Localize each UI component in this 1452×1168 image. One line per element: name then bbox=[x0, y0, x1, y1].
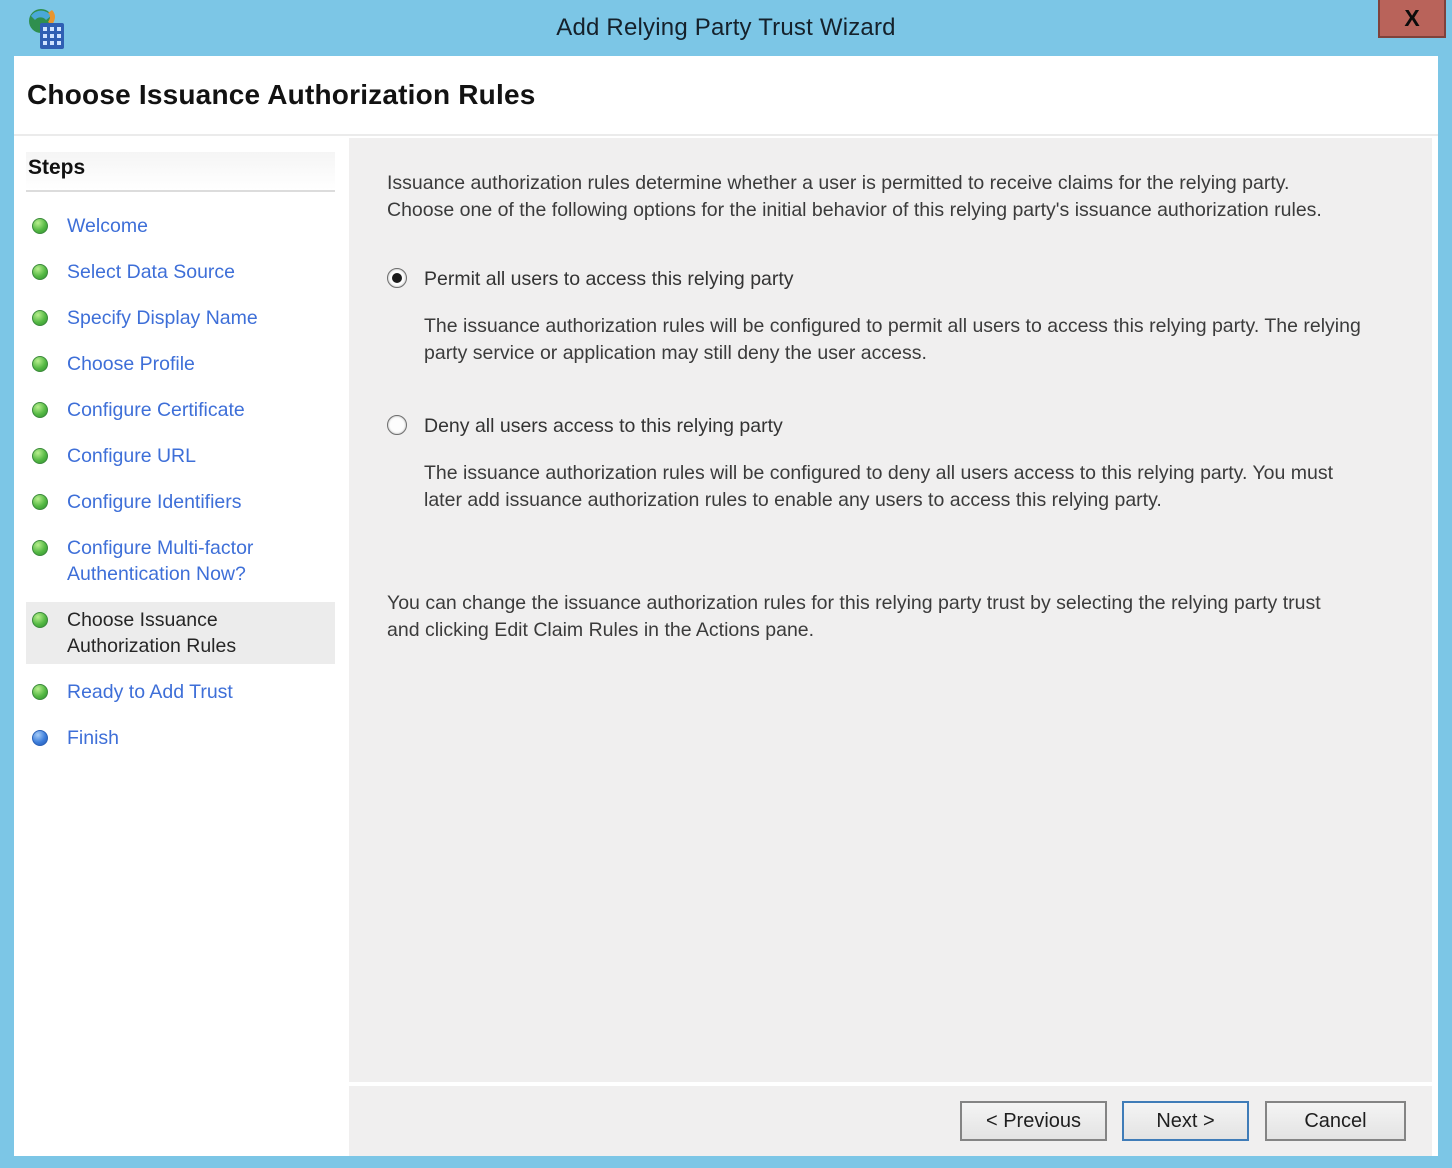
step-status-icon bbox=[32, 218, 48, 234]
sidebar-item-configure-identifiers[interactable]: Configure Identifiers bbox=[26, 484, 335, 520]
step-status-icon bbox=[32, 684, 48, 700]
step-status-icon bbox=[32, 540, 48, 556]
step-label: Select Data Source bbox=[67, 261, 236, 283]
deny-all-users-radio-row[interactable]: Deny all users access to this relying pa… bbox=[387, 413, 1396, 439]
page-title: Choose Issuance Authorization Rules bbox=[27, 79, 536, 110]
sidebar-item-configure-url[interactable]: Configure URL bbox=[26, 438, 335, 474]
permit-all-users-description: The issuance authorization rules will be… bbox=[424, 315, 1361, 364]
sidebar-item-select-data-source[interactable]: Select Data Source bbox=[26, 254, 335, 290]
step-status-icon bbox=[32, 730, 48, 746]
wizard-footer: < Previous Next > Cancel bbox=[349, 1082, 1432, 1156]
deny-all-users-radio[interactable] bbox=[387, 415, 407, 435]
page-header: Choose Issuance Authorization Rules bbox=[14, 56, 1438, 136]
step-label: Configure Identifiers bbox=[67, 491, 242, 513]
steps-list: Welcome Select Data Source Specify Displ… bbox=[26, 208, 335, 756]
step-status-icon bbox=[32, 356, 48, 372]
permit-all-users-label: Permit all users to access this relying … bbox=[424, 268, 794, 290]
next-button[interactable]: Next > bbox=[1122, 1101, 1249, 1141]
step-status-icon bbox=[32, 494, 48, 510]
step-label: Choose Profile bbox=[67, 353, 195, 375]
deny-all-users-description: The issuance authorization rules will be… bbox=[424, 462, 1334, 511]
step-status-icon bbox=[32, 612, 48, 628]
step-status-icon bbox=[32, 448, 48, 464]
step-label: Ready to Add Trust bbox=[67, 681, 233, 703]
sidebar-item-choose-issuance-authorization-rules[interactable]: Choose Issuance Authorization Rules bbox=[26, 602, 335, 664]
cancel-button[interactable]: Cancel bbox=[1265, 1101, 1406, 1141]
steps-heading: Steps bbox=[26, 152, 335, 192]
sidebar-item-specify-display-name[interactable]: Specify Display Name bbox=[26, 300, 335, 336]
sidebar-item-configure-mfa[interactable]: Configure Multi-factor Authentication No… bbox=[26, 530, 335, 592]
option-deny-all-users: Deny all users access to this relying pa… bbox=[387, 413, 1396, 514]
step-status-icon bbox=[32, 264, 48, 280]
authorization-options: Permit all users to access this relying … bbox=[387, 266, 1396, 514]
sidebar-item-configure-certificate[interactable]: Configure Certificate bbox=[26, 392, 335, 428]
step-label: Configure Multi-factor Authentication No… bbox=[67, 537, 254, 585]
sidebar-item-welcome[interactable]: Welcome bbox=[26, 208, 335, 244]
step-label: Finish bbox=[67, 727, 120, 749]
close-button[interactable]: X bbox=[1378, 0, 1446, 38]
sidebar-item-choose-profile[interactable]: Choose Profile bbox=[26, 346, 335, 382]
sidebar-item-ready-to-add-trust[interactable]: Ready to Add Trust bbox=[26, 674, 335, 710]
step-status-icon bbox=[32, 402, 48, 418]
deny-all-users-label: Deny all users access to this relying pa… bbox=[424, 415, 783, 437]
step-label: Configure URL bbox=[67, 445, 196, 467]
sidebar-item-finish[interactable]: Finish bbox=[26, 720, 335, 756]
step-label: Welcome bbox=[67, 215, 148, 237]
intro-text: Issuance authorization rules determine w… bbox=[387, 172, 1322, 221]
title-bar: Add Relying Party Trust Wizard X bbox=[0, 0, 1452, 56]
edit-claim-rules-note: You can change the issuance authorizatio… bbox=[387, 592, 1321, 641]
step-label: Specify Display Name bbox=[67, 307, 258, 329]
main-pane: Issuance authorization rules determine w… bbox=[349, 138, 1432, 1156]
permit-all-users-radio-row[interactable]: Permit all users to access this relying … bbox=[387, 266, 1396, 292]
steps-sidebar: Steps Welcome Select Data Source Specify… bbox=[14, 138, 345, 1156]
option-permit-all-users: Permit all users to access this relying … bbox=[387, 266, 1396, 367]
previous-button[interactable]: < Previous bbox=[960, 1101, 1107, 1141]
step-label: Choose Issuance Authorization Rules bbox=[67, 609, 237, 657]
wizard-body: Choose Issuance Authorization Rules Step… bbox=[14, 56, 1438, 1156]
step-status-icon bbox=[32, 310, 48, 326]
permit-all-users-radio[interactable] bbox=[387, 268, 407, 288]
window-title: Add Relying Party Trust Wizard bbox=[556, 14, 896, 41]
step-label: Configure Certificate bbox=[67, 399, 245, 421]
